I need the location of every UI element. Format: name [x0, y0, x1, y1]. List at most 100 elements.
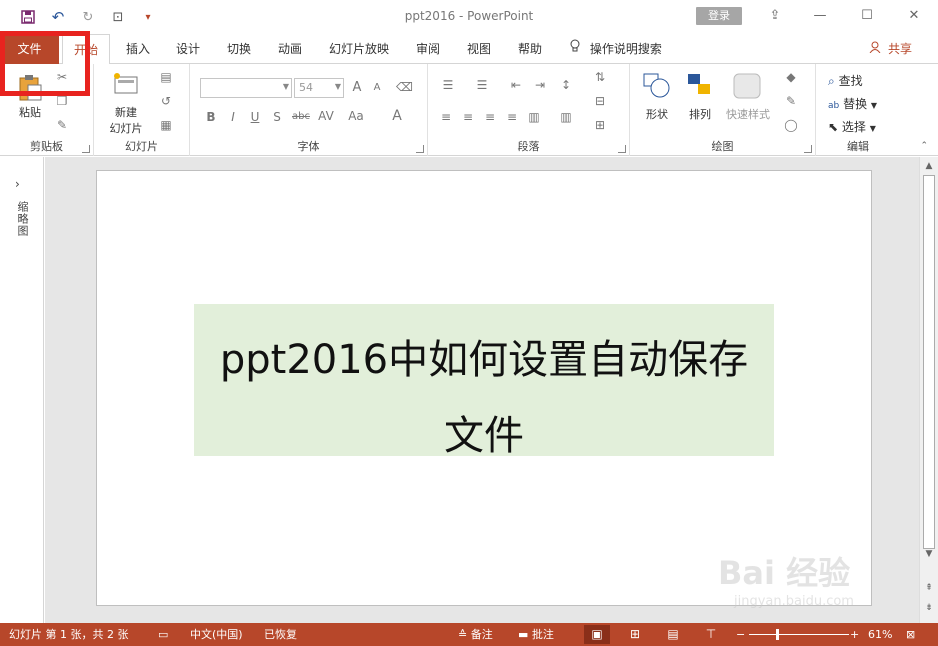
justify-icon[interactable]: ≡: [504, 110, 520, 124]
font-name-dropdown-icon[interactable]: ▼: [283, 82, 289, 91]
scroll-thumb[interactable]: [923, 175, 935, 549]
tab-slideshow[interactable]: 幻灯片放映: [322, 34, 396, 64]
shape-outline-icon[interactable]: ✎: [782, 94, 800, 108]
present-from-start-icon[interactable]: ⊡: [108, 8, 128, 26]
character-spacing-button[interactable]: AV: [316, 109, 336, 123]
new-slide-icon[interactable]: [112, 72, 140, 100]
change-case-button[interactable]: Aa: [346, 109, 366, 123]
minimize-button[interactable]: —: [808, 6, 832, 26]
scroll-up-icon[interactable]: ▲: [920, 161, 938, 171]
decrease-indent-icon[interactable]: ⇤: [506, 78, 526, 92]
thumbnails-label[interactable]: 缩略图: [14, 201, 30, 237]
format-painter-icon[interactable]: ✎: [54, 118, 70, 132]
ribbon-display-options-icon[interactable]: ⇪: [763, 6, 787, 26]
tab-home[interactable]: 开始: [62, 34, 110, 65]
clear-formatting-icon[interactable]: ⌫: [396, 80, 413, 94]
quick-styles-icon[interactable]: [732, 72, 762, 102]
font-launcher-icon[interactable]: [416, 145, 424, 153]
tab-transitions[interactable]: 切换: [219, 34, 259, 64]
arrange-icon[interactable]: [686, 72, 714, 102]
zoom-slider[interactable]: [749, 634, 849, 635]
tab-insert[interactable]: 插入: [118, 34, 158, 64]
copy-icon[interactable]: ❐: [54, 94, 70, 108]
tab-animations[interactable]: 动画: [270, 34, 310, 64]
zoom-percent[interactable]: 61%: [868, 623, 892, 646]
next-slide-icon[interactable]: ⇟: [920, 603, 938, 613]
slide-title-text[interactable]: ppt2016中如何设置自动保存文件: [194, 322, 774, 474]
columns-icon[interactable]: ▥: [556, 110, 576, 124]
replace-button[interactable]: ab 替换 ▼: [828, 95, 877, 112]
zoom-in-button[interactable]: +: [850, 623, 859, 646]
arrange-label[interactable]: 排列: [682, 106, 718, 122]
bold-button[interactable]: B: [204, 110, 218, 124]
slide-canvas[interactable]: ppt2016中如何设置自动保存文件: [96, 170, 872, 606]
smartart-icon[interactable]: ⊞: [590, 118, 610, 132]
share-button[interactable]: 共享: [869, 34, 912, 64]
expand-thumbnails-icon[interactable]: ›: [15, 177, 20, 191]
numbering-icon[interactable]: ☰: [472, 78, 492, 92]
zoom-slider-thumb[interactable]: [776, 629, 780, 640]
paste-icon[interactable]: [16, 74, 44, 102]
notes-button[interactable]: ≙ 备注: [458, 623, 493, 646]
layout-icon[interactable]: ▤: [156, 70, 176, 84]
bullets-icon[interactable]: ☰: [438, 78, 458, 92]
quick-styles-label[interactable]: 快速样式: [720, 106, 776, 122]
tab-help[interactable]: 帮助: [510, 34, 550, 64]
line-spacing-icon[interactable]: ↕: [556, 78, 576, 92]
customize-qat-icon[interactable]: ▾: [138, 8, 158, 26]
zoom-out-button[interactable]: −: [736, 623, 745, 646]
comments-button[interactable]: ▬ 批注: [518, 623, 554, 646]
clipboard-launcher-icon[interactable]: [82, 145, 90, 153]
drawing-launcher-icon[interactable]: [804, 145, 812, 153]
distributed-icon[interactable]: ▥: [526, 110, 542, 124]
align-center-icon[interactable]: ≡: [460, 110, 476, 124]
strikethrough-button[interactable]: abc: [290, 111, 312, 122]
grow-font-icon[interactable]: A: [350, 80, 364, 95]
shape-fill-icon[interactable]: ◆: [782, 70, 800, 84]
tab-file[interactable]: 文件: [0, 34, 59, 64]
save-icon[interactable]: [18, 8, 38, 26]
tell-me-search[interactable]: 操作说明搜索: [570, 34, 662, 64]
shape-effects-icon[interactable]: ◯: [782, 118, 800, 132]
paste-label[interactable]: 粘贴: [14, 104, 46, 120]
underline-button[interactable]: U: [248, 110, 262, 124]
language-indicator[interactable]: 中文(中国): [190, 623, 243, 646]
previous-slide-icon[interactable]: ⇞: [920, 583, 938, 593]
select-button[interactable]: ⬉ 选择 ▼: [828, 118, 876, 135]
tab-view[interactable]: 视图: [459, 34, 499, 64]
scroll-down-icon[interactable]: ▼: [920, 549, 938, 559]
align-left-icon[interactable]: ≡: [438, 110, 454, 124]
normal-view-button[interactable]: ▣: [584, 625, 610, 644]
section-icon[interactable]: ▦: [156, 118, 176, 132]
font-name-input[interactable]: ▼: [200, 78, 292, 98]
shadow-button[interactable]: S: [270, 110, 284, 124]
tab-design[interactable]: 设计: [168, 34, 208, 64]
new-slide-label-2[interactable]: 幻灯片: [102, 120, 150, 136]
maximize-button[interactable]: ☐: [855, 6, 879, 26]
font-color-button[interactable]: A: [390, 108, 404, 124]
slideshow-view-button[interactable]: ⊤: [698, 625, 724, 644]
reset-icon[interactable]: ↺: [156, 94, 176, 108]
shapes-icon[interactable]: [642, 72, 672, 102]
slide-sorter-view-button[interactable]: ⊞: [622, 625, 648, 644]
login-button[interactable]: 登录: [696, 7, 742, 25]
font-size-dropdown-icon[interactable]: ▼: [335, 82, 341, 91]
new-slide-label[interactable]: 新建: [104, 104, 148, 120]
font-size-input[interactable]: 54 ▼: [294, 78, 344, 98]
align-right-icon[interactable]: ≡: [482, 110, 498, 124]
undo-icon[interactable]: ↶: [48, 8, 68, 26]
fit-to-window-icon[interactable]: ⊠: [906, 623, 915, 646]
slide-title-placeholder[interactable]: ppt2016中如何设置自动保存文件: [194, 304, 774, 459]
increase-indent-icon[interactable]: ⇥: [530, 78, 550, 92]
shrink-font-icon[interactable]: A: [370, 82, 384, 93]
text-direction-icon[interactable]: ⇅: [590, 70, 610, 84]
italic-button[interactable]: I: [226, 110, 240, 124]
close-button[interactable]: ✕: [902, 6, 926, 26]
collapse-ribbon-icon[interactable]: ⌃: [920, 141, 928, 151]
spelling-icon[interactable]: ▭: [158, 623, 168, 646]
find-button[interactable]: ⌕ 查找: [828, 72, 863, 89]
cut-icon[interactable]: ✂: [54, 70, 70, 84]
shapes-label[interactable]: 形状: [640, 106, 674, 122]
align-text-icon[interactable]: ⊟: [590, 94, 610, 108]
redo-icon[interactable]: ↻: [78, 8, 98, 26]
